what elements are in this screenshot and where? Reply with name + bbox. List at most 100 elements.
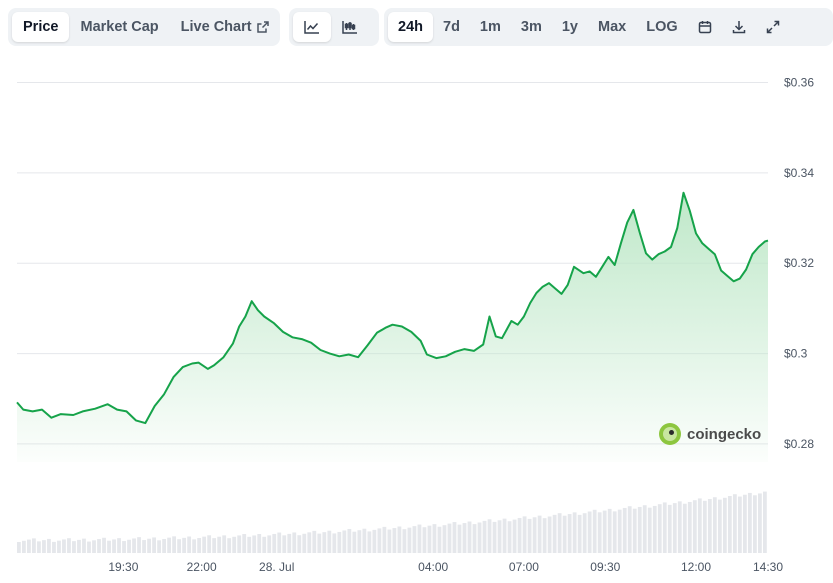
volume-bar [357, 530, 362, 553]
volume-bar [472, 524, 477, 553]
volume-bar [707, 499, 712, 553]
volume-bar [22, 540, 26, 553]
volume-bar [107, 540, 111, 553]
volume-bar [732, 494, 737, 553]
price-chart: $0.36 $0.34 $0.32 $0.3 $0.28 19:30 22:00 28. J… [16, 76, 814, 574]
volume-bar [627, 506, 632, 553]
price-area [17, 192, 768, 462]
volume-bar [177, 539, 182, 553]
volume-bar [302, 533, 307, 553]
volume-bar [562, 515, 567, 553]
volume-bar [322, 532, 327, 553]
volume-bar [462, 523, 467, 553]
volume-bar [422, 527, 427, 553]
volume-bar [542, 518, 547, 553]
coingecko-watermark: coingecko [659, 423, 761, 445]
volume-bar [382, 526, 387, 553]
volume-bar [47, 538, 51, 553]
volume-bar [582, 513, 587, 553]
volume-bar [37, 541, 41, 553]
volume-bar [332, 533, 337, 553]
volume-bar [727, 496, 732, 553]
volume-bar [77, 539, 81, 553]
volume-bar [172, 536, 177, 553]
volume-bar [142, 540, 146, 553]
volume-bar [642, 505, 647, 553]
volume-bar [682, 503, 687, 553]
volume-bar [287, 533, 292, 553]
volume-bar [577, 514, 582, 553]
volume-bar [692, 500, 697, 553]
volume-bar [722, 497, 727, 553]
volume-bar [712, 497, 717, 553]
volume-bar [442, 525, 447, 553]
x-tick-label: 12:00 [681, 560, 711, 574]
volume-bar [677, 501, 682, 553]
volume-bar [117, 538, 121, 553]
volume-bar [242, 534, 247, 553]
volume-bar [672, 503, 677, 553]
volume-bar [282, 535, 287, 553]
volume-bar [337, 531, 342, 553]
volume-bar [392, 528, 397, 553]
volume-bar [82, 538, 86, 553]
volume-bar [167, 537, 172, 553]
volume-bar [122, 541, 126, 553]
volume-bar [457, 524, 462, 553]
volume-bar [502, 518, 507, 553]
volume-bar [217, 536, 222, 553]
volume-bar [182, 537, 187, 553]
volume-bar [687, 501, 692, 553]
volume-bar [262, 536, 267, 553]
volume-bar [257, 534, 262, 553]
volume-bar [157, 540, 161, 553]
volume-bar [517, 517, 522, 553]
volume-bar [507, 521, 512, 553]
volume-bar [737, 496, 742, 553]
volume-bar [757, 493, 762, 553]
volume-bar [297, 535, 302, 553]
volume-bar [247, 536, 252, 553]
volume-bar [617, 509, 622, 553]
volume-bar [112, 539, 116, 553]
volume-bar [552, 514, 557, 553]
volume-bar [87, 541, 91, 553]
volume-bar [572, 512, 577, 553]
x-tick-label: 28. Jul [259, 560, 294, 574]
volume-bar [252, 535, 257, 553]
y-tick-label: $0.3 [784, 347, 808, 361]
y-tick-label: $0.32 [784, 256, 814, 270]
volume-bars [17, 491, 767, 553]
volume-bar [537, 515, 542, 553]
volume-bar [32, 538, 36, 553]
volume-bar [102, 537, 106, 553]
volume-bar [592, 509, 597, 553]
x-tick-label: 07:00 [509, 560, 539, 574]
volume-bar [187, 536, 192, 553]
volume-bar [307, 532, 312, 553]
volume-bar [417, 524, 422, 553]
volume-bar [372, 529, 377, 553]
volume-bar [532, 517, 537, 553]
volume-bar [132, 538, 136, 553]
volume-bar [607, 508, 612, 553]
volume-bar [397, 526, 402, 553]
volume-bar [587, 511, 592, 553]
volume-bar [27, 539, 31, 553]
volume-bar [137, 537, 141, 553]
coingecko-logo-icon [659, 423, 681, 445]
volume-bar [292, 532, 297, 553]
volume-bar [452, 522, 457, 553]
volume-bar [497, 520, 502, 553]
volume-bar [42, 540, 46, 553]
y-tick-label: $0.34 [784, 166, 814, 180]
volume-bar [702, 500, 707, 553]
volume-bar [632, 508, 637, 553]
volume-bar [232, 536, 237, 553]
volume-bar [412, 526, 417, 553]
x-tick-label: 22:00 [187, 560, 217, 574]
volume-bar [752, 495, 757, 553]
volume-bar [647, 507, 652, 553]
volume-bar [92, 540, 96, 553]
volume-bar [52, 541, 56, 553]
